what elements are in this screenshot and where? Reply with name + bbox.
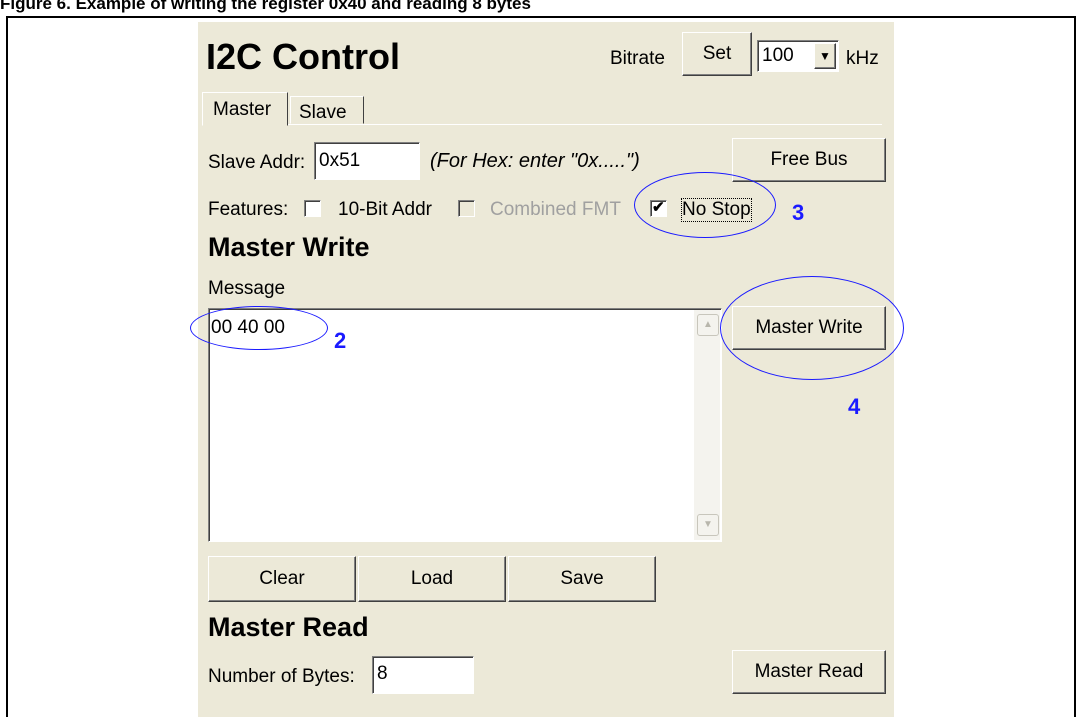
scroll-down-icon[interactable]: ▼ — [697, 514, 719, 536]
slave-addr-label: Slave Addr: — [208, 152, 306, 173]
bitrate-label: Bitrate — [610, 48, 665, 69]
annotation-ellipse-no-stop — [634, 172, 776, 238]
clear-button[interactable]: Clear — [208, 556, 356, 602]
combined-fmt-checkbox[interactable] — [458, 200, 475, 217]
tab-slave[interactable]: Slave — [290, 96, 364, 124]
scroll-up-icon[interactable]: ▲ — [697, 314, 719, 336]
annotation-ellipse-master-write — [720, 276, 904, 380]
bitrate-unit: kHz — [846, 48, 879, 69]
bitrate-select[interactable]: 100 ▼ — [757, 40, 839, 72]
tab-slave-label: Slave — [299, 102, 347, 123]
bitrate-value: 100 — [762, 45, 794, 66]
annotation-4: 4 — [848, 394, 861, 419]
tab-master-label: Master — [213, 99, 272, 120]
free-bus-button[interactable]: Free Bus — [732, 138, 886, 182]
features-label: Features: — [208, 199, 289, 220]
master-write-heading: Master Write — [208, 232, 370, 262]
number-of-bytes-input[interactable]: 8 — [372, 656, 474, 694]
annotation-2: 2 — [334, 328, 347, 353]
slave-addr-input[interactable]: 0x51 — [314, 142, 420, 180]
message-scrollbar[interactable]: ▲ ▼ — [694, 310, 720, 540]
number-of-bytes-label: Number of Bytes: — [208, 666, 355, 687]
slave-addr-hint: (For Hex: enter "0x.....") — [430, 150, 640, 172]
combined-fmt-label: Combined FMT — [490, 199, 621, 220]
annotation-3: 3 — [792, 200, 805, 225]
master-read-heading: Master Read — [208, 612, 369, 642]
tab-strip-line — [202, 124, 882, 125]
figure-caption: Figure 6. Example of writing the registe… — [0, 0, 531, 13]
save-button[interactable]: Save — [508, 556, 656, 602]
tab-master[interactable]: Master — [202, 92, 288, 126]
set-bitrate-button[interactable]: Set — [682, 32, 752, 76]
slave-addr-value: 0x51 — [319, 150, 361, 171]
annotation-ellipse-message — [190, 306, 328, 350]
message-label: Message — [208, 278, 286, 299]
master-read-button[interactable]: Master Read — [732, 650, 886, 694]
panel-title: I2C Control — [206, 36, 400, 77]
number-of-bytes-value: 8 — [377, 663, 388, 684]
ten-bit-addr-label: 10-Bit Addr — [338, 199, 432, 220]
load-button[interactable]: Load — [358, 556, 506, 602]
ten-bit-addr-checkbox[interactable] — [304, 200, 321, 217]
chevron-down-icon[interactable]: ▼ — [814, 43, 836, 69]
